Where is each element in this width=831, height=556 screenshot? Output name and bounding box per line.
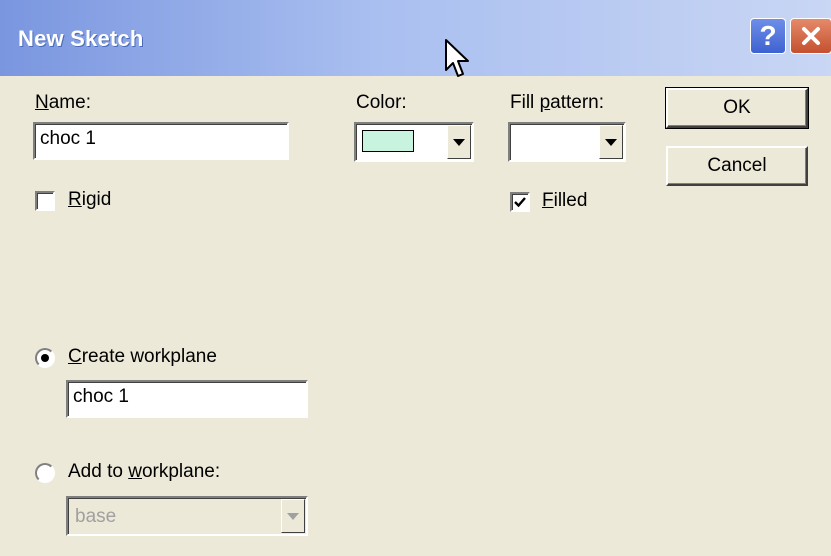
create-workplane-input[interactable]: choc 1 (66, 380, 308, 418)
add-to-workplane-dropdown-arrow[interactable] (281, 499, 305, 533)
new-sketch-dialog: New Sketch ? Name: choc 1 Color: Fill pa… (0, 0, 831, 556)
chevron-down-icon (605, 138, 617, 146)
add-to-workplane-value: base (75, 506, 117, 527)
close-button[interactable] (790, 18, 831, 54)
name-label: Name: (35, 92, 91, 113)
add-to-workplane-radio[interactable] (35, 463, 55, 483)
rigid-checkbox[interactable] (35, 191, 55, 211)
title-bar[interactable]: New Sketch ? (0, 0, 831, 76)
rigid-label[interactable]: Rigid (68, 189, 111, 211)
color-label: Color: (356, 92, 407, 113)
filled-checkbox[interactable] (510, 192, 530, 212)
color-dropdown-arrow[interactable] (447, 125, 471, 159)
chevron-down-icon (453, 138, 465, 146)
ok-button[interactable]: OK (665, 87, 809, 129)
create-workplane-radio[interactable] (35, 348, 55, 368)
radio-selected-dot (41, 354, 49, 362)
close-icon (802, 27, 820, 45)
add-to-workplane-label[interactable]: Add to workplane: (68, 461, 220, 483)
help-button[interactable]: ? (750, 18, 786, 54)
fill-pattern-label: Fill pattern: (510, 92, 605, 113)
color-dropdown[interactable] (354, 122, 474, 162)
mouse-cursor-icon (445, 39, 469, 77)
create-workplane-label[interactable]: Create workplane (68, 346, 217, 368)
name-input[interactable]: choc 1 (33, 122, 289, 160)
fill-pattern-dropdown[interactable] (508, 122, 626, 162)
filled-label[interactable]: Filled (542, 190, 587, 212)
dialog-title: New Sketch (18, 26, 144, 51)
checkmark-icon (514, 197, 526, 208)
chevron-down-icon (287, 512, 299, 520)
color-swatch (362, 130, 414, 152)
cancel-button[interactable]: Cancel (666, 146, 808, 186)
add-to-workplane-dropdown[interactable]: base (66, 496, 308, 536)
fill-pattern-dropdown-arrow[interactable] (599, 125, 623, 159)
help-icon: ? (759, 20, 777, 51)
